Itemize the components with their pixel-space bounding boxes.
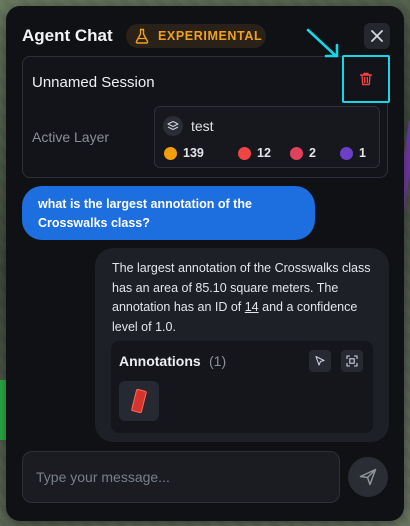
class-count-value: 12 bbox=[257, 146, 271, 160]
flask-icon bbox=[135, 28, 149, 44]
class-color-dot bbox=[238, 146, 251, 160]
user-message: what is the largest annotation of the Cr… bbox=[22, 186, 315, 240]
send-button[interactable] bbox=[348, 457, 388, 497]
delete-session-button[interactable] bbox=[342, 55, 390, 103]
send-icon bbox=[359, 468, 377, 486]
focus-frame-icon bbox=[346, 355, 358, 367]
layer-name: test bbox=[191, 118, 214, 134]
focus-annotations-button[interactable] bbox=[341, 350, 363, 372]
class-count: 1 bbox=[340, 146, 370, 160]
class-count-value: 139 bbox=[183, 146, 204, 160]
class-count: 12 bbox=[238, 146, 290, 160]
class-count: 2 bbox=[290, 146, 340, 160]
class-color-dot bbox=[290, 146, 303, 160]
close-icon bbox=[371, 30, 383, 42]
class-count: 139 bbox=[164, 146, 238, 160]
annotations-panel: Annotations (1) bbox=[111, 341, 373, 433]
message-input-wrapper bbox=[22, 451, 340, 503]
session-name[interactable]: Unnamed Session bbox=[32, 74, 155, 91]
message-input[interactable] bbox=[23, 452, 339, 502]
class-count-value: 2 bbox=[309, 146, 316, 160]
close-button[interactable] bbox=[364, 23, 390, 49]
experimental-badge: EXPERIMENTAL bbox=[126, 24, 266, 48]
annotation-id-link[interactable]: 14 bbox=[245, 300, 259, 314]
class-color-dot bbox=[340, 146, 353, 160]
layers-icon bbox=[163, 116, 183, 136]
cursor-icon bbox=[315, 355, 325, 366]
class-counts: 139 12 2 1 bbox=[164, 146, 370, 160]
session-card: Unnamed Session Active Layer test 139 12… bbox=[22, 55, 390, 178]
pointer-arrow-icon bbox=[306, 28, 339, 58]
active-layer-card[interactable]: test 139 12 2 1 bbox=[154, 106, 380, 168]
crosswalk-shape-icon bbox=[131, 388, 147, 414]
panel-title: Agent Chat bbox=[22, 26, 113, 45]
class-color-dot bbox=[164, 146, 177, 160]
annotations-count: (1) bbox=[209, 353, 227, 369]
annotation-thumbnail[interactable] bbox=[119, 381, 159, 421]
assistant-message: The largest annotation of the Crosswalks… bbox=[95, 248, 389, 442]
chat-header: Agent Chat EXPERIMENTAL bbox=[6, 6, 404, 58]
annotations-title: Annotations bbox=[119, 353, 201, 369]
agent-chat-panel: Agent Chat EXPERIMENTAL Unnamed Session … bbox=[6, 6, 404, 521]
badge-label: EXPERIMENTAL bbox=[158, 29, 263, 43]
active-layer-label: Active Layer bbox=[32, 129, 110, 145]
assistant-message-text: The largest annotation of the Crosswalks… bbox=[112, 259, 374, 337]
class-count-value: 1 bbox=[359, 146, 366, 160]
select-annotations-button[interactable] bbox=[309, 350, 331, 372]
trash-icon bbox=[359, 72, 373, 86]
